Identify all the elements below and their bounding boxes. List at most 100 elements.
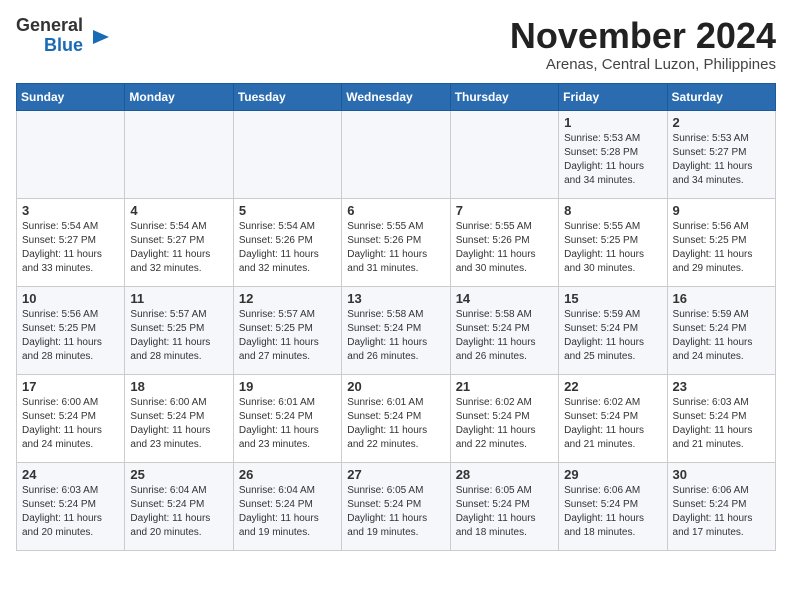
day-number: 10 [22,291,119,306]
calendar-day-cell: 3 Sunrise: 5:54 AM Sunset: 5:27 PM Daylig… [17,198,125,286]
logo-arrow-icon [89,26,111,48]
logo-general: General [16,16,83,36]
calendar-day-cell [125,110,233,198]
day-number: 28 [456,467,553,482]
calendar-day-cell: 20 Sunrise: 6:01 AM Sunset: 5:24 PM Dayli… [342,374,450,462]
day-number: 4 [130,203,227,218]
calendar-week-row: 1Sunrise: 5:53 AM Sunset: 5:28 PM Daylig… [17,110,776,198]
calendar-day-cell: 28 Sunrise: 6:05 AM Sunset: 5:24 PM Dayli… [450,462,558,550]
day-info: Sunrise: 5:59 AM Sunset: 5:24 PM Dayligh… [564,308,661,364]
logo: General Blue [16,16,111,56]
calendar-day-cell: 30 Sunrise: 6:06 AM Sunset: 5:24 PM Dayli… [667,462,775,550]
calendar-day-cell [450,110,558,198]
day-number: 15 [564,291,661,306]
day-info: Sunrise: 5:54 AM Sunset: 5:27 PM Dayligh… [22,220,119,276]
calendar-header-row: SundayMondayTuesdayWednesdayThursdayFrid… [17,83,776,110]
location: Arenas, Central Luzon, Philippines [510,56,776,73]
day-of-week-header: Monday [125,83,233,110]
page-header: General Blue November 2024 Arenas, Centr… [16,16,776,73]
calendar-day-cell: 14 Sunrise: 5:58 AM Sunset: 5:24 PM Dayli… [450,286,558,374]
day-number: 21 [456,379,553,394]
calendar-day-cell: 9 Sunrise: 5:56 AM Sunset: 5:25 PM Daylig… [667,198,775,286]
day-info: Sunrise: 5:56 AM Sunset: 5:25 PM Dayligh… [22,308,119,364]
calendar-day-cell: 13Sunrise: 5:58 AM Sunset: 5:24 PM Dayli… [342,286,450,374]
day-number: 22 [564,379,661,394]
day-number: 29 [564,467,661,482]
day-number: 27 [347,467,444,482]
day-of-week-header: Sunday [17,83,125,110]
calendar-week-row: 3 Sunrise: 5:54 AM Sunset: 5:27 PM Daylig… [17,198,776,286]
day-number: 16 [673,291,770,306]
day-number: 20 [347,379,444,394]
day-number: 14 [456,291,553,306]
calendar-day-cell: 22 Sunrise: 6:02 AM Sunset: 5:24 PM Dayli… [559,374,667,462]
day-info: Sunrise: 6:06 AM Sunset: 5:24 PM Dayligh… [564,484,661,540]
calendar-day-cell: 8 Sunrise: 5:55 AM Sunset: 5:25 PM Daylig… [559,198,667,286]
calendar-day-cell: 25Sunrise: 6:04 AM Sunset: 5:24 PM Dayli… [125,462,233,550]
title-block: November 2024 Arenas, Central Luzon, Phi… [510,16,776,73]
day-info: Sunrise: 6:05 AM Sunset: 5:24 PM Dayligh… [456,484,553,540]
day-info: Sunrise: 5:55 AM Sunset: 5:26 PM Dayligh… [456,220,553,276]
calendar-day-cell: 1Sunrise: 5:53 AM Sunset: 5:28 PM Daylig… [559,110,667,198]
day-number: 2 [673,115,770,130]
calendar-day-cell: 2 Sunrise: 5:53 AM Sunset: 5:27 PM Daylig… [667,110,775,198]
calendar-day-cell: 29 Sunrise: 6:06 AM Sunset: 5:24 PM Dayli… [559,462,667,550]
calendar-day-cell [17,110,125,198]
calendar-day-cell: 23 Sunrise: 6:03 AM Sunset: 5:24 PM Dayli… [667,374,775,462]
day-number: 9 [673,203,770,218]
day-info: Sunrise: 5:53 AM Sunset: 5:27 PM Dayligh… [673,132,770,188]
day-number: 6 [347,203,444,218]
day-info: Sunrise: 5:54 AM Sunset: 5:27 PM Dayligh… [130,220,227,276]
day-of-week-header: Friday [559,83,667,110]
day-info: Sunrise: 6:00 AM Sunset: 5:24 PM Dayligh… [130,396,227,452]
day-info: Sunrise: 5:57 AM Sunset: 5:25 PM Dayligh… [130,308,227,364]
day-number: 26 [239,467,336,482]
day-info: Sunrise: 5:57 AM Sunset: 5:25 PM Dayligh… [239,308,336,364]
day-of-week-header: Saturday [667,83,775,110]
calendar-day-cell: 17 Sunrise: 6:00 AM Sunset: 5:24 PM Dayli… [17,374,125,462]
day-number: 19 [239,379,336,394]
calendar-day-cell: 26 Sunrise: 6:04 AM Sunset: 5:24 PM Dayli… [233,462,341,550]
calendar-day-cell: 21Sunrise: 6:02 AM Sunset: 5:24 PM Dayli… [450,374,558,462]
calendar-week-row: 24Sunrise: 6:03 AM Sunset: 5:24 PM Dayli… [17,462,776,550]
day-number: 8 [564,203,661,218]
day-of-week-header: Wednesday [342,83,450,110]
day-info: Sunrise: 6:06 AM Sunset: 5:24 PM Dayligh… [673,484,770,540]
calendar-day-cell: 4 Sunrise: 5:54 AM Sunset: 5:27 PM Daylig… [125,198,233,286]
logo-blue: Blue [44,36,83,56]
day-number: 3 [22,203,119,218]
day-info: Sunrise: 6:04 AM Sunset: 5:24 PM Dayligh… [239,484,336,540]
day-info: Sunrise: 5:55 AM Sunset: 5:25 PM Dayligh… [564,220,661,276]
day-info: Sunrise: 5:54 AM Sunset: 5:26 PM Dayligh… [239,220,336,276]
day-info: Sunrise: 6:00 AM Sunset: 5:24 PM Dayligh… [22,396,119,452]
day-info: Sunrise: 6:01 AM Sunset: 5:24 PM Dayligh… [239,396,336,452]
day-number: 11 [130,291,227,306]
calendar-day-cell: 11 Sunrise: 5:57 AM Sunset: 5:25 PM Dayli… [125,286,233,374]
calendar-day-cell: 24Sunrise: 6:03 AM Sunset: 5:24 PM Dayli… [17,462,125,550]
calendar-day-cell: 27Sunrise: 6:05 AM Sunset: 5:24 PM Dayli… [342,462,450,550]
day-of-week-header: Tuesday [233,83,341,110]
month-title: November 2024 [510,16,776,56]
day-number: 17 [22,379,119,394]
day-info: Sunrise: 6:02 AM Sunset: 5:24 PM Dayligh… [564,396,661,452]
calendar-day-cell: 10 Sunrise: 5:56 AM Sunset: 5:25 PM Dayli… [17,286,125,374]
day-info: Sunrise: 5:58 AM Sunset: 5:24 PM Dayligh… [456,308,553,364]
day-info: Sunrise: 5:58 AM Sunset: 5:24 PM Dayligh… [347,308,444,364]
calendar-day-cell [233,110,341,198]
calendar-day-cell: 5Sunrise: 5:54 AM Sunset: 5:26 PM Daylig… [233,198,341,286]
calendar-week-row: 17 Sunrise: 6:00 AM Sunset: 5:24 PM Dayli… [17,374,776,462]
day-number: 23 [673,379,770,394]
day-info: Sunrise: 5:53 AM Sunset: 5:28 PM Dayligh… [564,132,661,188]
day-info: Sunrise: 5:56 AM Sunset: 5:25 PM Dayligh… [673,220,770,276]
day-info: Sunrise: 6:01 AM Sunset: 5:24 PM Dayligh… [347,396,444,452]
calendar-day-cell: 7 Sunrise: 5:55 AM Sunset: 5:26 PM Daylig… [450,198,558,286]
calendar-week-row: 10 Sunrise: 5:56 AM Sunset: 5:25 PM Dayli… [17,286,776,374]
day-number: 7 [456,203,553,218]
calendar-table: SundayMondayTuesdayWednesdayThursdayFrid… [16,83,776,551]
calendar-day-cell [342,110,450,198]
calendar-day-cell: 19 Sunrise: 6:01 AM Sunset: 5:24 PM Dayli… [233,374,341,462]
calendar-day-cell: 6Sunrise: 5:55 AM Sunset: 5:26 PM Daylig… [342,198,450,286]
day-number: 30 [673,467,770,482]
day-info: Sunrise: 6:03 AM Sunset: 5:24 PM Dayligh… [673,396,770,452]
day-info: Sunrise: 6:03 AM Sunset: 5:24 PM Dayligh… [22,484,119,540]
